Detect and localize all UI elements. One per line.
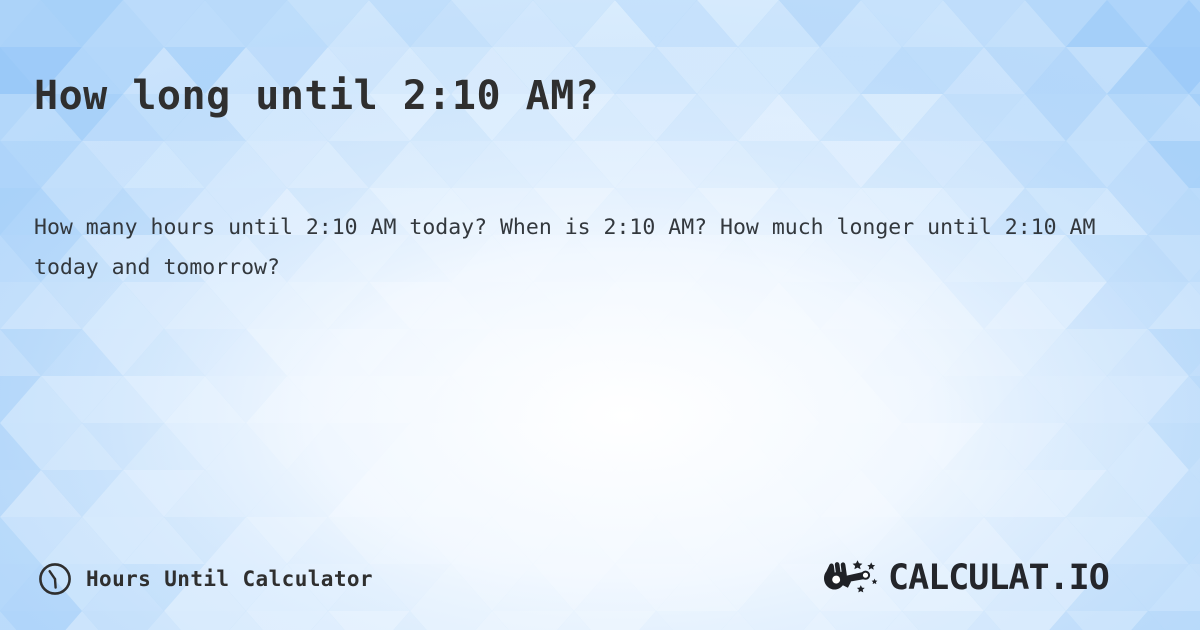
footer-brand[interactable]: Hours Until Calculator <box>38 548 373 610</box>
share-card: How long until 2:10 AM? How many hours u… <box>0 0 1200 630</box>
magic-wand-hand-icon <box>824 560 878 593</box>
footer-brand-label: Hours Until Calculator <box>86 567 373 591</box>
site-logo[interactable]: CALCULAT.IO <box>824 548 1168 610</box>
clock-icon <box>39 563 71 595</box>
footer: Hours Until Calculator CALCULAT.IO <box>0 548 1200 610</box>
logo-wordmark: CALCULAT.IO <box>888 559 1110 598</box>
card-content: How long until 2:10 AM? How many hours u… <box>0 0 1200 630</box>
logo-wordmark-text: CALCULAT.IO <box>888 559 1109 598</box>
page-title: How long until 2:10 AM? <box>34 72 600 119</box>
page-description: How many hours until 2:10 AM today? When… <box>34 214 1096 280</box>
